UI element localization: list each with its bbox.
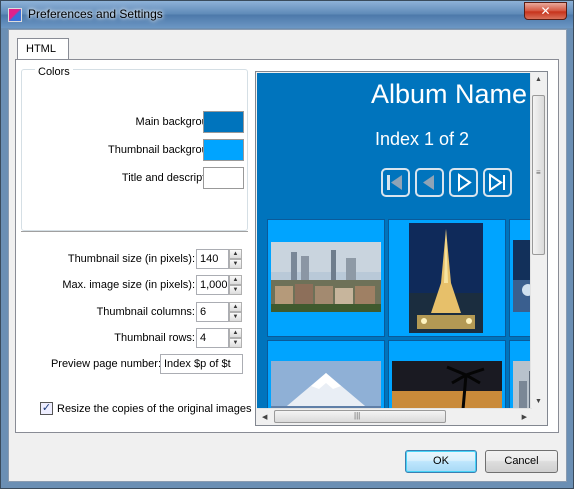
horizontal-scroll-thumb[interactable]: |||	[274, 410, 446, 423]
thumbnail-grid	[267, 219, 532, 410]
preferences-window: Preferences and Settings ✕ HTML Colors M…	[0, 0, 574, 489]
thumbnail-rows-label: Thumbnail rows:	[114, 332, 195, 344]
title-description-swatch[interactable]	[203, 167, 244, 189]
grip-icon: ≡	[536, 168, 541, 177]
thumbnail-size-spinner[interactable]: ▲ ▼	[229, 249, 242, 269]
spin-down-icon[interactable]: ▼	[229, 285, 242, 295]
vertical-scrollbar[interactable]: ▲ ≡ ▼	[530, 73, 546, 409]
close-button[interactable]: ✕	[524, 2, 567, 20]
spin-down-icon[interactable]: ▼	[229, 338, 242, 348]
dialog-client-area: HTML Colors Main background: Thumbnail b…	[8, 29, 567, 482]
spin-down-icon[interactable]: ▼	[229, 312, 242, 322]
thumbnail-cell[interactable]	[388, 219, 506, 337]
thumbnail-cell[interactable]	[388, 340, 506, 410]
grip-icon: |||	[354, 411, 361, 420]
album-title: Album Name	[370, 79, 527, 109]
thumbnail-image-mountain	[271, 361, 381, 410]
preview-canvas: Album Name Index 1 of 2	[257, 73, 532, 410]
thumbnail-image-eiffel-tower	[409, 223, 483, 333]
spin-up-icon[interactable]: ▲	[229, 302, 242, 312]
last-page-icon[interactable]	[483, 168, 512, 197]
preview-page-number-input[interactable]: Index $p of $t	[160, 354, 243, 374]
section-divider	[21, 231, 248, 232]
scroll-left-icon[interactable]: ◀	[262, 413, 267, 421]
ok-button[interactable]: OK	[405, 450, 477, 473]
thumbnail-size-label: Thumbnail size (in pixels):	[67, 253, 195, 265]
thumbnail-rows-input[interactable]: 4	[196, 328, 229, 348]
resize-copies-checkbox[interactable]: ✓	[40, 402, 53, 415]
spin-up-icon[interactable]: ▲	[229, 275, 242, 285]
html-preview-pane[interactable]: Album Name Index 1 of 2 ▲ ≡ ▼ ◀ ||| ▶	[255, 71, 548, 426]
spin-up-icon[interactable]: ▲	[229, 328, 242, 338]
scroll-right-icon[interactable]: ▶	[522, 413, 527, 421]
thumbnail-cell[interactable]	[267, 219, 385, 337]
scroll-up-icon[interactable]: ▲	[535, 76, 542, 83]
thumbnail-image-palm-sunset	[392, 361, 502, 410]
title-bar[interactable]: Preferences and Settings ✕	[1, 1, 573, 28]
cancel-button[interactable]: Cancel	[485, 450, 558, 473]
max-image-size-input[interactable]: 1,000	[196, 275, 229, 295]
colors-group-legend: Colors	[35, 66, 73, 78]
thumbnail-cell[interactable]	[267, 340, 385, 410]
thumbnail-columns-label: Thumbnail columns:	[96, 306, 195, 318]
resize-copies-label: Resize the copies of the original images	[57, 403, 252, 415]
max-image-size-label: Max. image size (in pixels):	[62, 279, 195, 291]
spin-up-icon[interactable]: ▲	[229, 249, 242, 259]
first-page-icon[interactable]	[381, 168, 410, 197]
spin-down-icon[interactable]: ▼	[229, 259, 242, 269]
app-icon	[8, 8, 22, 22]
thumbnail-cell[interactable]	[509, 219, 532, 337]
preview-page-number-label: Preview page number:	[50, 358, 161, 370]
max-image-size-spinner[interactable]: ▲ ▼	[229, 275, 242, 295]
thumbnail-image-city	[271, 242, 381, 312]
scroll-down-icon[interactable]: ▼	[535, 398, 542, 405]
thumbnail-columns-input[interactable]: 6	[196, 302, 229, 322]
window-title: Preferences and Settings	[28, 7, 163, 21]
thumbnail-columns-spinner[interactable]: ▲ ▼	[229, 302, 242, 322]
thumbnail-size-input[interactable]: 140	[196, 249, 229, 269]
vertical-scroll-thumb[interactable]: ≡	[532, 95, 545, 255]
thumbnail-background-swatch[interactable]	[203, 139, 244, 161]
next-page-icon[interactable]	[449, 168, 478, 197]
thumbnail-cell[interactable]	[509, 340, 532, 410]
horizontal-scrollbar[interactable]: ◀ ||| ▶	[257, 408, 532, 424]
index-text: Index 1 of 2	[374, 129, 470, 149]
previous-page-icon[interactable]	[415, 168, 444, 197]
main-background-swatch[interactable]	[203, 111, 244, 133]
tab-html[interactable]: HTML	[17, 38, 69, 60]
thumbnail-rows-spinner[interactable]: ▲ ▼	[229, 328, 242, 348]
